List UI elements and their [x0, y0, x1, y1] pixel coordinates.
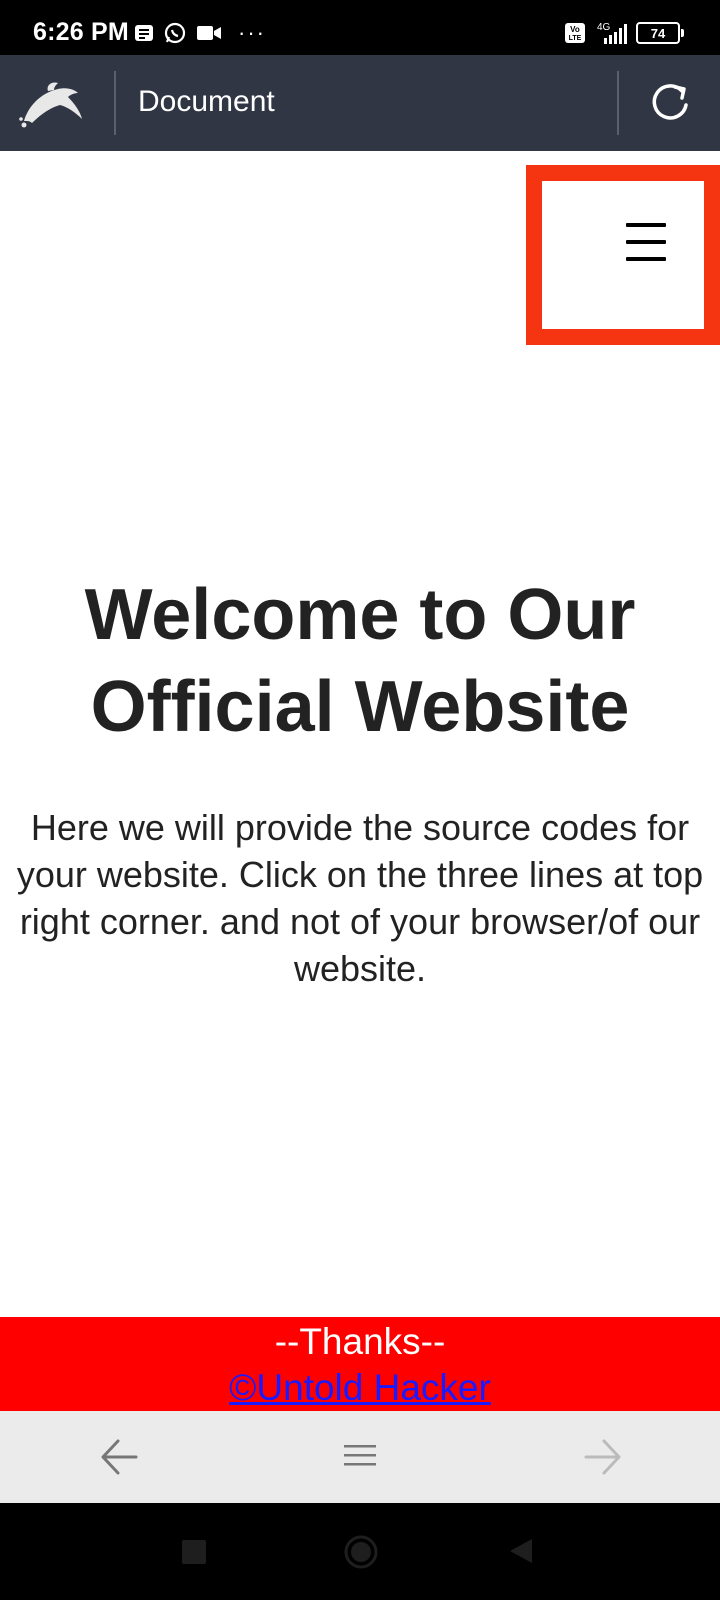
intro-paragraph: Here we will provide the source codes fo… [16, 807, 704, 989]
svg-text:LTE: LTE [569, 35, 582, 42]
system-nav-bar [0, 1503, 720, 1600]
system-status: Vo LTE 4G 74 [564, 20, 684, 46]
volte-icon: Vo LTE [565, 23, 585, 43]
arrow-left-icon[interactable] [100, 1437, 140, 1477]
battery-icon: 74 [636, 22, 684, 44]
home-icon[interactable] [344, 1535, 378, 1569]
footer-thanks: --Thanks-- [274, 1321, 446, 1362]
whatsapp-icon [164, 22, 186, 44]
back-icon[interactable] [508, 1537, 534, 1565]
hamburger-icon[interactable] [626, 223, 666, 261]
welcome-heading: Welcome to Our Official Website [84, 575, 636, 747]
site-menu-button[interactable] [526, 165, 720, 345]
menu-icon[interactable] [343, 1443, 377, 1469]
reload-icon[interactable] [648, 81, 692, 125]
more-notifications: ··· [238, 20, 266, 45]
web-content: Welcome to Our Official Website Here we … [0, 151, 720, 1317]
page-title-bar[interactable]: Document [138, 85, 275, 119]
battery-level: 74 [650, 25, 666, 41]
video-icon [197, 26, 221, 40]
signal-4g-icon: 4G [597, 22, 627, 44]
status-bar: 6:26 PM ··· Vo LTE 4G 74 [0, 0, 720, 55]
notification-icons: ··· [134, 22, 266, 44]
site-footer: --Thanks-- ©Untold Hacker [0, 1317, 720, 1411]
footer-credit-link[interactable]: ©Untold Hacker [229, 1365, 491, 1411]
message-icon [135, 25, 153, 41]
toolbar-divider [617, 71, 619, 135]
recent-apps-icon[interactable] [182, 1540, 206, 1564]
svg-text:4G: 4G [597, 22, 611, 33]
status-time: 6:26 PM [33, 18, 129, 46]
browser-bottom-nav [0, 1411, 720, 1503]
toolbar-divider [114, 71, 116, 135]
arrow-right-icon[interactable] [582, 1437, 622, 1477]
browser-toolbar: Document [0, 55, 720, 151]
svg-text:Vo: Vo [570, 25, 580, 34]
dolphin-icon[interactable] [18, 77, 86, 129]
